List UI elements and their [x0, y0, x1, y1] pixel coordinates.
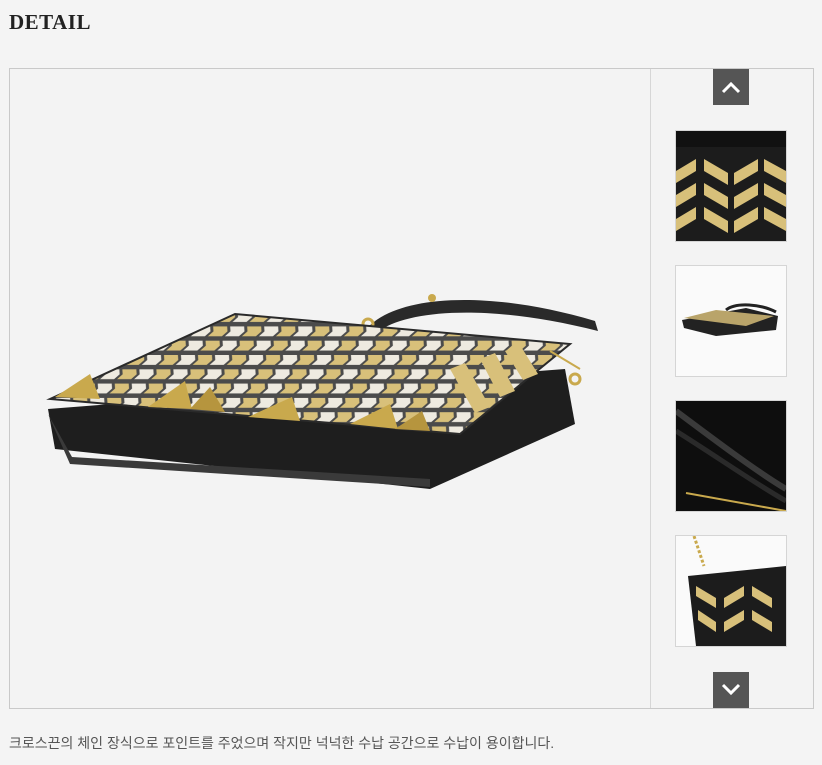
thumbnail-next-button[interactable]	[713, 672, 749, 708]
bag-chain-closeup	[676, 536, 786, 646]
bag-pattern-closeup	[676, 131, 786, 241]
thumbnail-2[interactable]	[675, 265, 787, 377]
thumbnail-prev-button[interactable]	[713, 69, 749, 105]
thumbnail-4[interactable]	[675, 535, 787, 647]
thumbnail-1[interactable]	[675, 130, 787, 242]
bag-interior-view	[676, 401, 786, 511]
page-title: DETAIL	[9, 10, 91, 34]
thumbnail-strip	[651, 69, 813, 708]
main-product-image	[10, 69, 651, 708]
product-detail-viewer	[9, 68, 814, 709]
chevron-down-icon	[721, 683, 741, 696]
bag-side-view	[676, 266, 786, 376]
thumbnail-3[interactable]	[675, 400, 787, 512]
product-description: 크로스끈의 체인 장식으로 포인트를 주었으며 작지만 넉넉한 수납 공간으로 …	[9, 735, 555, 751]
crossbody-bag-photo	[46, 294, 598, 489]
chevron-up-icon	[721, 81, 741, 94]
